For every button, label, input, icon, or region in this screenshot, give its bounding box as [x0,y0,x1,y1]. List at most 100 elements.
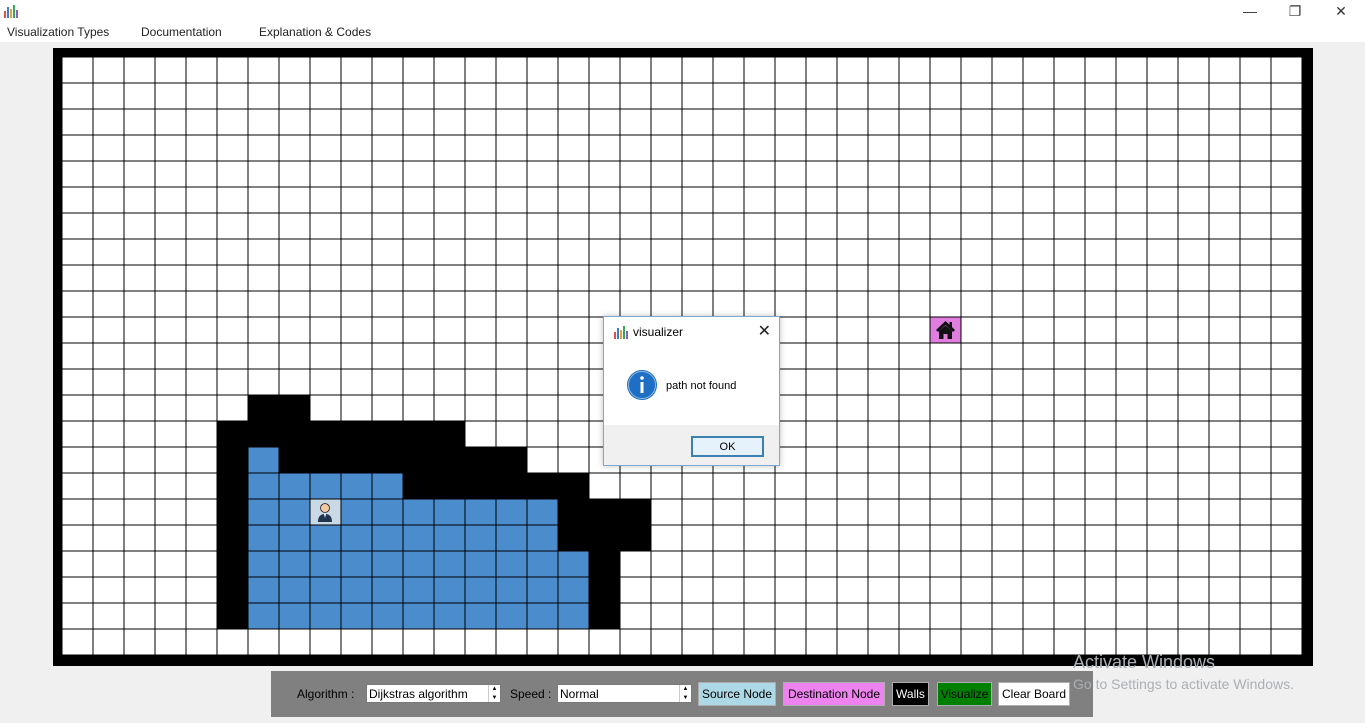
grid-cell[interactable] [185,316,218,344]
menu-visualization-types[interactable]: Visualization Types [7,25,109,39]
grid-cell[interactable] [61,420,94,448]
grid-cell[interactable] [588,160,621,188]
grid-cell[interactable] [61,134,94,162]
grid-cell[interactable] [836,446,869,474]
grid-cell[interactable] [154,446,187,474]
grid-cell[interactable] [185,472,218,500]
grid-cell[interactable] [123,576,156,604]
grid-cell[interactable] [495,186,528,214]
grid-cell[interactable] [929,420,962,448]
grid-cell[interactable] [495,264,528,292]
grid-cell[interactable] [185,498,218,526]
grid-cell[interactable] [495,342,528,370]
visited-cell[interactable] [340,498,373,526]
grid-cell[interactable] [185,550,218,578]
grid-cell[interactable] [61,576,94,604]
grid-cell[interactable] [836,628,869,656]
grid-cell[interactable] [1270,420,1303,448]
grid-cell[interactable] [216,238,249,266]
grid-cell[interactable] [433,368,466,396]
grid-cell[interactable] [61,368,94,396]
wall-cell[interactable] [216,524,249,552]
grid-cell[interactable] [1270,238,1303,266]
grid-cell[interactable] [650,498,683,526]
wall-cell[interactable] [371,446,404,474]
grid-cell[interactable] [340,290,373,318]
grid-cell[interactable] [774,238,807,266]
grid-cell[interactable] [743,212,776,240]
grid-cell[interactable] [1115,238,1148,266]
grid-cell[interactable] [185,446,218,474]
grid-cell[interactable] [1084,264,1117,292]
grid-cell[interactable] [340,160,373,188]
grid-cell[interactable] [464,264,497,292]
visited-cell[interactable] [402,602,435,630]
grid-cell[interactable] [495,212,528,240]
grid-cell[interactable] [650,472,683,500]
grid-cell[interactable] [402,212,435,240]
grid-cell[interactable] [1053,160,1086,188]
grid-cell[interactable] [526,316,559,344]
grid-cell[interactable] [1115,576,1148,604]
grid-cell[interactable] [247,82,280,110]
visited-cell[interactable] [278,576,311,604]
grid-cell[interactable] [1146,550,1179,578]
grid-cell[interactable] [805,446,838,474]
grid-cell[interactable] [1270,290,1303,318]
grid-cell[interactable] [619,472,652,500]
grid-cell[interactable] [1022,290,1055,318]
grid-cell[interactable] [92,56,125,84]
wall-cell[interactable] [402,420,435,448]
grid-cell[interactable] [836,420,869,448]
grid-cell[interactable] [1146,498,1179,526]
wall-cell[interactable] [278,446,311,474]
grid-cell[interactable] [743,628,776,656]
grid-cell[interactable] [867,238,900,266]
grid-cell[interactable] [1208,498,1241,526]
grid-cell[interactable] [433,342,466,370]
grid-cell[interactable] [805,264,838,292]
grid-cell[interactable] [278,186,311,214]
grid-cell[interactable] [1239,160,1272,188]
wall-cell[interactable] [557,472,590,500]
grid-cell[interactable] [154,160,187,188]
grid-cell[interactable] [774,290,807,318]
grid-cell[interactable] [960,264,993,292]
grid-cell[interactable] [743,576,776,604]
grid-cell[interactable] [433,316,466,344]
grid-cell[interactable] [371,316,404,344]
arrow-up-icon[interactable]: ▲ [492,686,498,692]
grid-cell[interactable] [92,290,125,318]
grid-cell[interactable] [836,238,869,266]
grid-cell[interactable] [402,290,435,318]
grid-cell[interactable] [154,82,187,110]
grid-cell[interactable] [588,472,621,500]
grid-cell[interactable] [867,602,900,630]
wall-cell[interactable] [247,394,280,422]
grid-cell[interactable] [650,290,683,318]
visited-cell[interactable] [402,498,435,526]
grid-cell[interactable] [929,290,962,318]
grid-cell[interactable] [929,342,962,370]
grid-cell[interactable] [650,602,683,630]
grid-cell[interactable] [1208,472,1241,500]
grid-cell[interactable] [1022,394,1055,422]
grid-cell[interactable] [898,368,931,396]
grid-cell[interactable] [123,82,156,110]
grid-cell[interactable] [247,108,280,136]
grid-cell[interactable] [1022,576,1055,604]
grid-cell[interactable] [681,134,714,162]
grid-cell[interactable] [1146,394,1179,422]
grid-cell[interactable] [1022,56,1055,84]
grid-cell[interactable] [1270,264,1303,292]
visited-cell[interactable] [340,602,373,630]
grid-cell[interactable] [743,160,776,188]
grid-cell[interactable] [557,186,590,214]
grid-cell[interactable] [123,56,156,84]
grid-cell[interactable] [898,212,931,240]
grid-cell[interactable] [123,602,156,630]
grid-cell[interactable] [867,550,900,578]
visited-cell[interactable] [495,498,528,526]
grid-cell[interactable] [557,134,590,162]
grid-cell[interactable] [61,264,94,292]
